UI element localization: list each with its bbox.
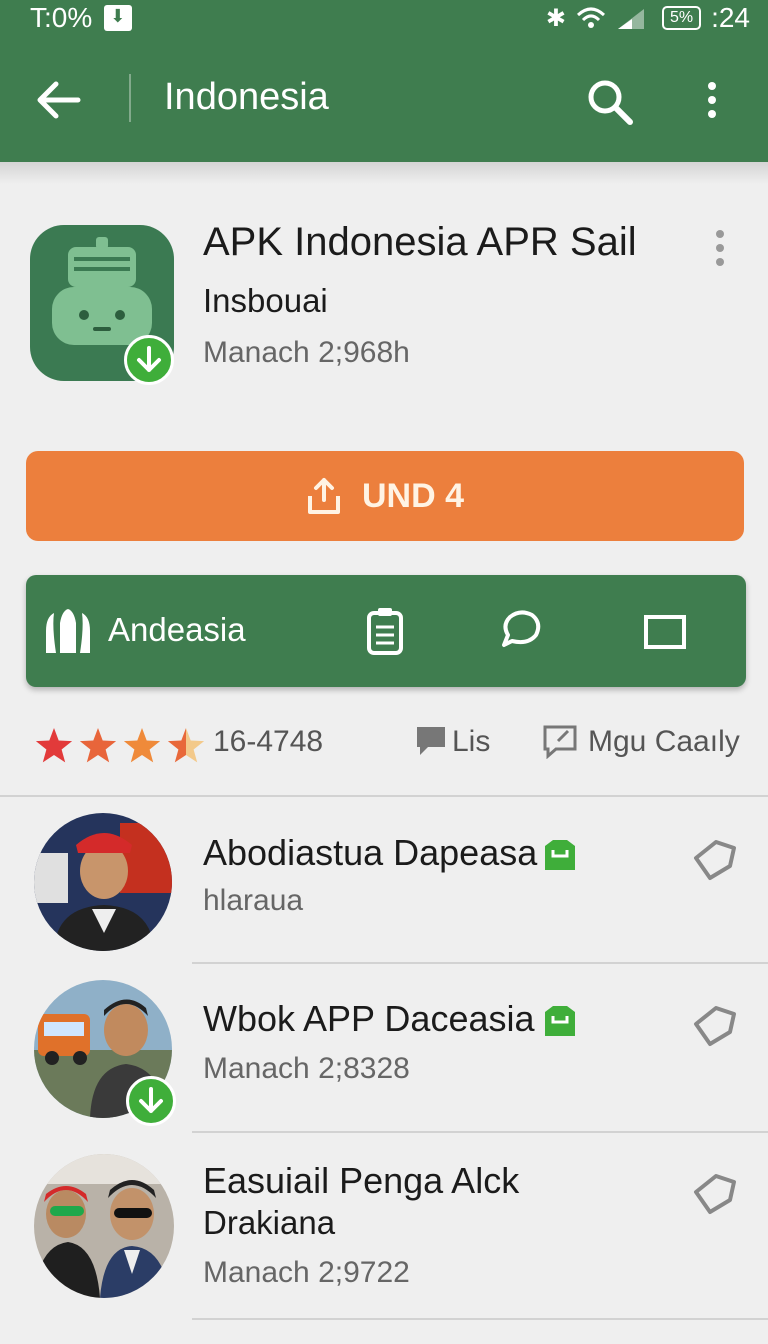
star-1 xyxy=(35,728,73,763)
item-title-line2: Drakiana xyxy=(203,1204,336,1241)
app-icon[interactable] xyxy=(30,225,174,385)
star-rating xyxy=(35,728,205,763)
window-icon[interactable] xyxy=(640,605,690,657)
item-title: Wbok APP Daceasia xyxy=(203,998,535,1039)
section-divider xyxy=(0,795,768,797)
daily-label[interactable]: Mgu Caaıly xyxy=(588,725,740,759)
action-bar: Andeasia xyxy=(26,575,746,687)
search-icon[interactable] xyxy=(586,78,634,126)
rating-count: 16-4748 xyxy=(213,725,324,758)
avatar xyxy=(34,1154,174,1298)
row-divider xyxy=(192,1318,768,1320)
back-arrow-icon[interactable] xyxy=(34,78,82,122)
edit-message-icon[interactable] xyxy=(542,723,580,759)
install-label: UND 4 xyxy=(361,476,465,515)
status-time: :24 xyxy=(711,2,750,33)
cell-signal-icon xyxy=(617,9,644,29)
tag-icon[interactable] xyxy=(690,1002,740,1048)
status-bar: T:0% ✱ 5% :24 xyxy=(0,0,768,36)
comment-icon[interactable] xyxy=(414,723,448,759)
top-bar: T:0% ✱ 5% :24 Indonesia xyxy=(0,0,768,162)
app-name: APK Indonesia APR Sail xyxy=(203,220,637,264)
item-title: Easuiail Penga Alck xyxy=(203,1160,520,1201)
item-subtitle: hlaraua xyxy=(203,884,304,917)
install-button[interactable]: UND 4 xyxy=(26,451,744,541)
app-developer: Insbouai xyxy=(203,282,328,319)
appbar-divider xyxy=(129,74,131,122)
battery-icon: 5% xyxy=(661,6,702,30)
page-title: Indonesia xyxy=(164,76,329,118)
download-badge-icon xyxy=(126,1076,176,1126)
list-item[interactable]: Abodiastua Dapeasa hlaraua xyxy=(0,800,768,962)
comments-label[interactable]: Lis xyxy=(452,725,490,759)
clipboard-icon[interactable] xyxy=(360,605,410,657)
brand-label[interactable]: Andeasia xyxy=(108,611,246,649)
avatar xyxy=(34,813,172,951)
wifi-icon xyxy=(576,7,605,28)
list-item[interactable]: Wbok APP Daceasia Manach 2;8328 xyxy=(0,964,768,1132)
row-divider xyxy=(192,1131,768,1133)
tag-icon[interactable] xyxy=(690,836,740,882)
app-bar: Indonesia xyxy=(0,60,768,140)
verified-bag-icon xyxy=(545,840,575,870)
status-text: T:0% xyxy=(30,2,93,33)
download-badge-icon xyxy=(124,335,174,385)
chat-bubble-icon[interactable] xyxy=(496,605,546,657)
item-subtitle: Manach 2;9722 xyxy=(203,1256,410,1289)
star-3 xyxy=(123,728,161,763)
appbar-shadow xyxy=(0,162,768,184)
tag-icon[interactable] xyxy=(690,1170,740,1216)
verified-bag-icon xyxy=(545,1006,575,1036)
download-notification-icon xyxy=(104,5,133,31)
list-item[interactable]: Easuiail Penga Alck Drakiana Manach 2;97… xyxy=(0,1134,768,1318)
app-meta: Manach 2;968h xyxy=(203,336,410,369)
brand-icon[interactable] xyxy=(40,607,96,655)
bluetooth-icon: ✱ xyxy=(545,4,566,32)
share-icon xyxy=(307,478,340,514)
card-overflow-icon[interactable] xyxy=(708,226,732,270)
overflow-menu-icon[interactable] xyxy=(700,78,724,122)
star-4 xyxy=(167,728,205,763)
rating-row: 16-4748 Lis Mgu Caaıly xyxy=(30,715,740,775)
item-subtitle: Manach 2;8328 xyxy=(203,1052,410,1085)
star-2 xyxy=(79,728,117,763)
item-title: Abodiastua Dapeasa xyxy=(203,832,538,873)
